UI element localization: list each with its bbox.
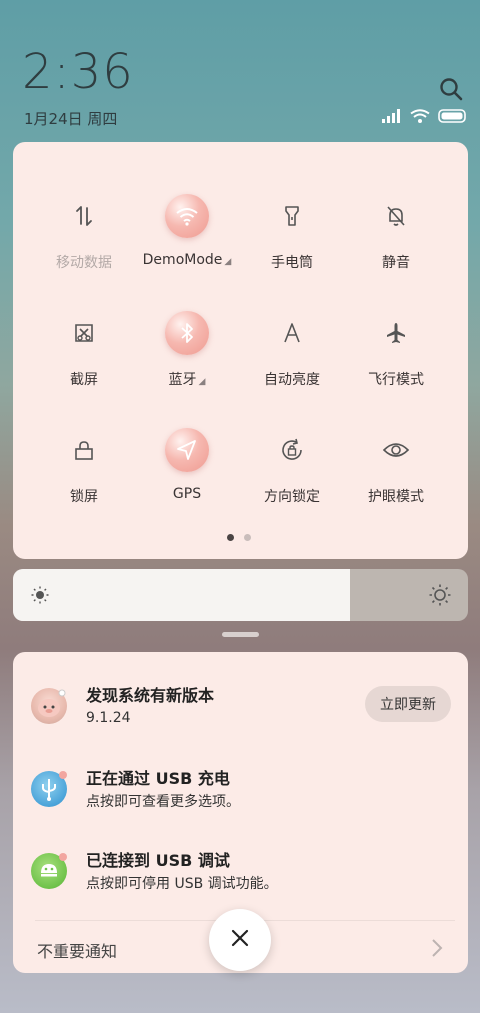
tile-mute[interactable]: 静音: [341, 194, 451, 294]
chevron-right-icon[interactable]: [431, 938, 443, 962]
brightness-high-icon: [429, 584, 451, 610]
tile-label: 移动数据: [56, 255, 112, 271]
gps-icon: [165, 428, 209, 472]
notification-title: 发现系统有新版本: [86, 686, 215, 705]
unimportant-notifications-link[interactable]: 不重要通知: [37, 938, 117, 962]
expand-arrow-icon: ◢: [198, 377, 206, 387]
tile-auto-brightness[interactable]: 自动亮度: [237, 311, 347, 411]
notification-text: 9.1.24: [86, 710, 131, 726]
tile-label: 护眼模式: [368, 489, 424, 505]
signal-icon: [382, 108, 402, 127]
screenshot-icon: [62, 311, 106, 355]
tile-lock-screen[interactable]: 锁屏: [29, 428, 139, 528]
android-app-icon: [31, 853, 67, 889]
tile-flashlight[interactable]: 手电筒: [237, 194, 347, 294]
notification-title: 已连接到 USB 调试: [86, 851, 230, 870]
brightness-slider[interactable]: [13, 569, 468, 621]
tile-label: 手电筒: [271, 255, 313, 271]
drag-handle[interactable]: [222, 632, 259, 637]
mobile-data-icon: [62, 194, 106, 238]
rotation-lock-icon: [270, 428, 314, 472]
usb-app-icon: [31, 771, 67, 807]
tile-label: 自动亮度: [264, 372, 320, 388]
tile-screenshot[interactable]: 截屏: [29, 311, 139, 411]
brightness-low-icon: [31, 586, 49, 608]
tile-label: 方向锁定: [264, 489, 320, 505]
tile-label: 飞行模式: [368, 372, 424, 388]
clock-date: 1月24日 周四: [24, 110, 118, 128]
brightness-fill: [13, 569, 350, 621]
notification-usb-debugging[interactable]: 已连接到 USB 调试 点按即可停用 USB 调试功能。: [13, 835, 468, 905]
eye-icon: [374, 428, 418, 472]
lock-icon: [62, 428, 106, 472]
expand-arrow-icon: ◢: [224, 257, 232, 267]
tile-label: DemoMode: [142, 252, 223, 268]
tile-airplane[interactable]: 飞行模式: [341, 311, 451, 411]
notification-text: 点按即可查看更多选项。: [86, 794, 240, 810]
flashlight-icon: [270, 194, 314, 238]
mute-bell-icon: [374, 194, 418, 238]
notification-title: 正在通过 USB 充电: [86, 769, 230, 788]
page-dot-active: [227, 534, 234, 541]
tile-mobile-data[interactable]: 移动数据: [29, 194, 139, 294]
wifi-icon: [165, 194, 209, 238]
status-icons: [382, 108, 468, 127]
tile-label: GPS: [172, 486, 202, 502]
tile-eye-care[interactable]: 护眼模式: [341, 428, 451, 528]
page-indicator: [227, 534, 251, 541]
tile-label: 蓝牙: [168, 372, 197, 388]
page-dot: [244, 534, 251, 541]
notification-text: 点按即可停用 USB 调试功能。: [86, 876, 278, 892]
tile-gps[interactable]: GPS: [132, 428, 242, 528]
auto-brightness-icon: [270, 311, 314, 355]
clock-time: 2:36: [22, 44, 134, 100]
bluetooth-icon: [165, 311, 209, 355]
notification-usb-charging[interactable]: 正在通过 USB 充电 点按即可查看更多选项。: [13, 753, 468, 823]
close-icon: [231, 929, 249, 951]
clear-all-button[interactable]: [209, 909, 271, 971]
airplane-icon: [374, 311, 418, 355]
tile-label: 静音: [382, 255, 410, 271]
tile-bluetooth[interactable]: 蓝牙 ◢: [132, 311, 242, 411]
tile-label: 锁屏: [70, 489, 98, 505]
search-icon[interactable]: [438, 76, 464, 102]
tile-label: 截屏: [70, 372, 98, 388]
updater-app-icon: [31, 688, 67, 724]
wifi-status-icon: [410, 108, 430, 127]
tile-rotation-lock[interactable]: 方向锁定: [237, 428, 347, 528]
update-now-button[interactable]: 立即更新: [365, 686, 451, 722]
battery-icon: [438, 108, 468, 127]
tile-wifi[interactable]: DemoMode ◢: [132, 194, 242, 294]
notification-system-update[interactable]: 发现系统有新版本 9.1.24 立即更新: [13, 670, 468, 740]
quick-settings-panel: 移动数据 DemoMode ◢ 手电筒 静音 截屏 蓝牙 ◢ 自动亮度 飞行模式…: [13, 142, 468, 559]
